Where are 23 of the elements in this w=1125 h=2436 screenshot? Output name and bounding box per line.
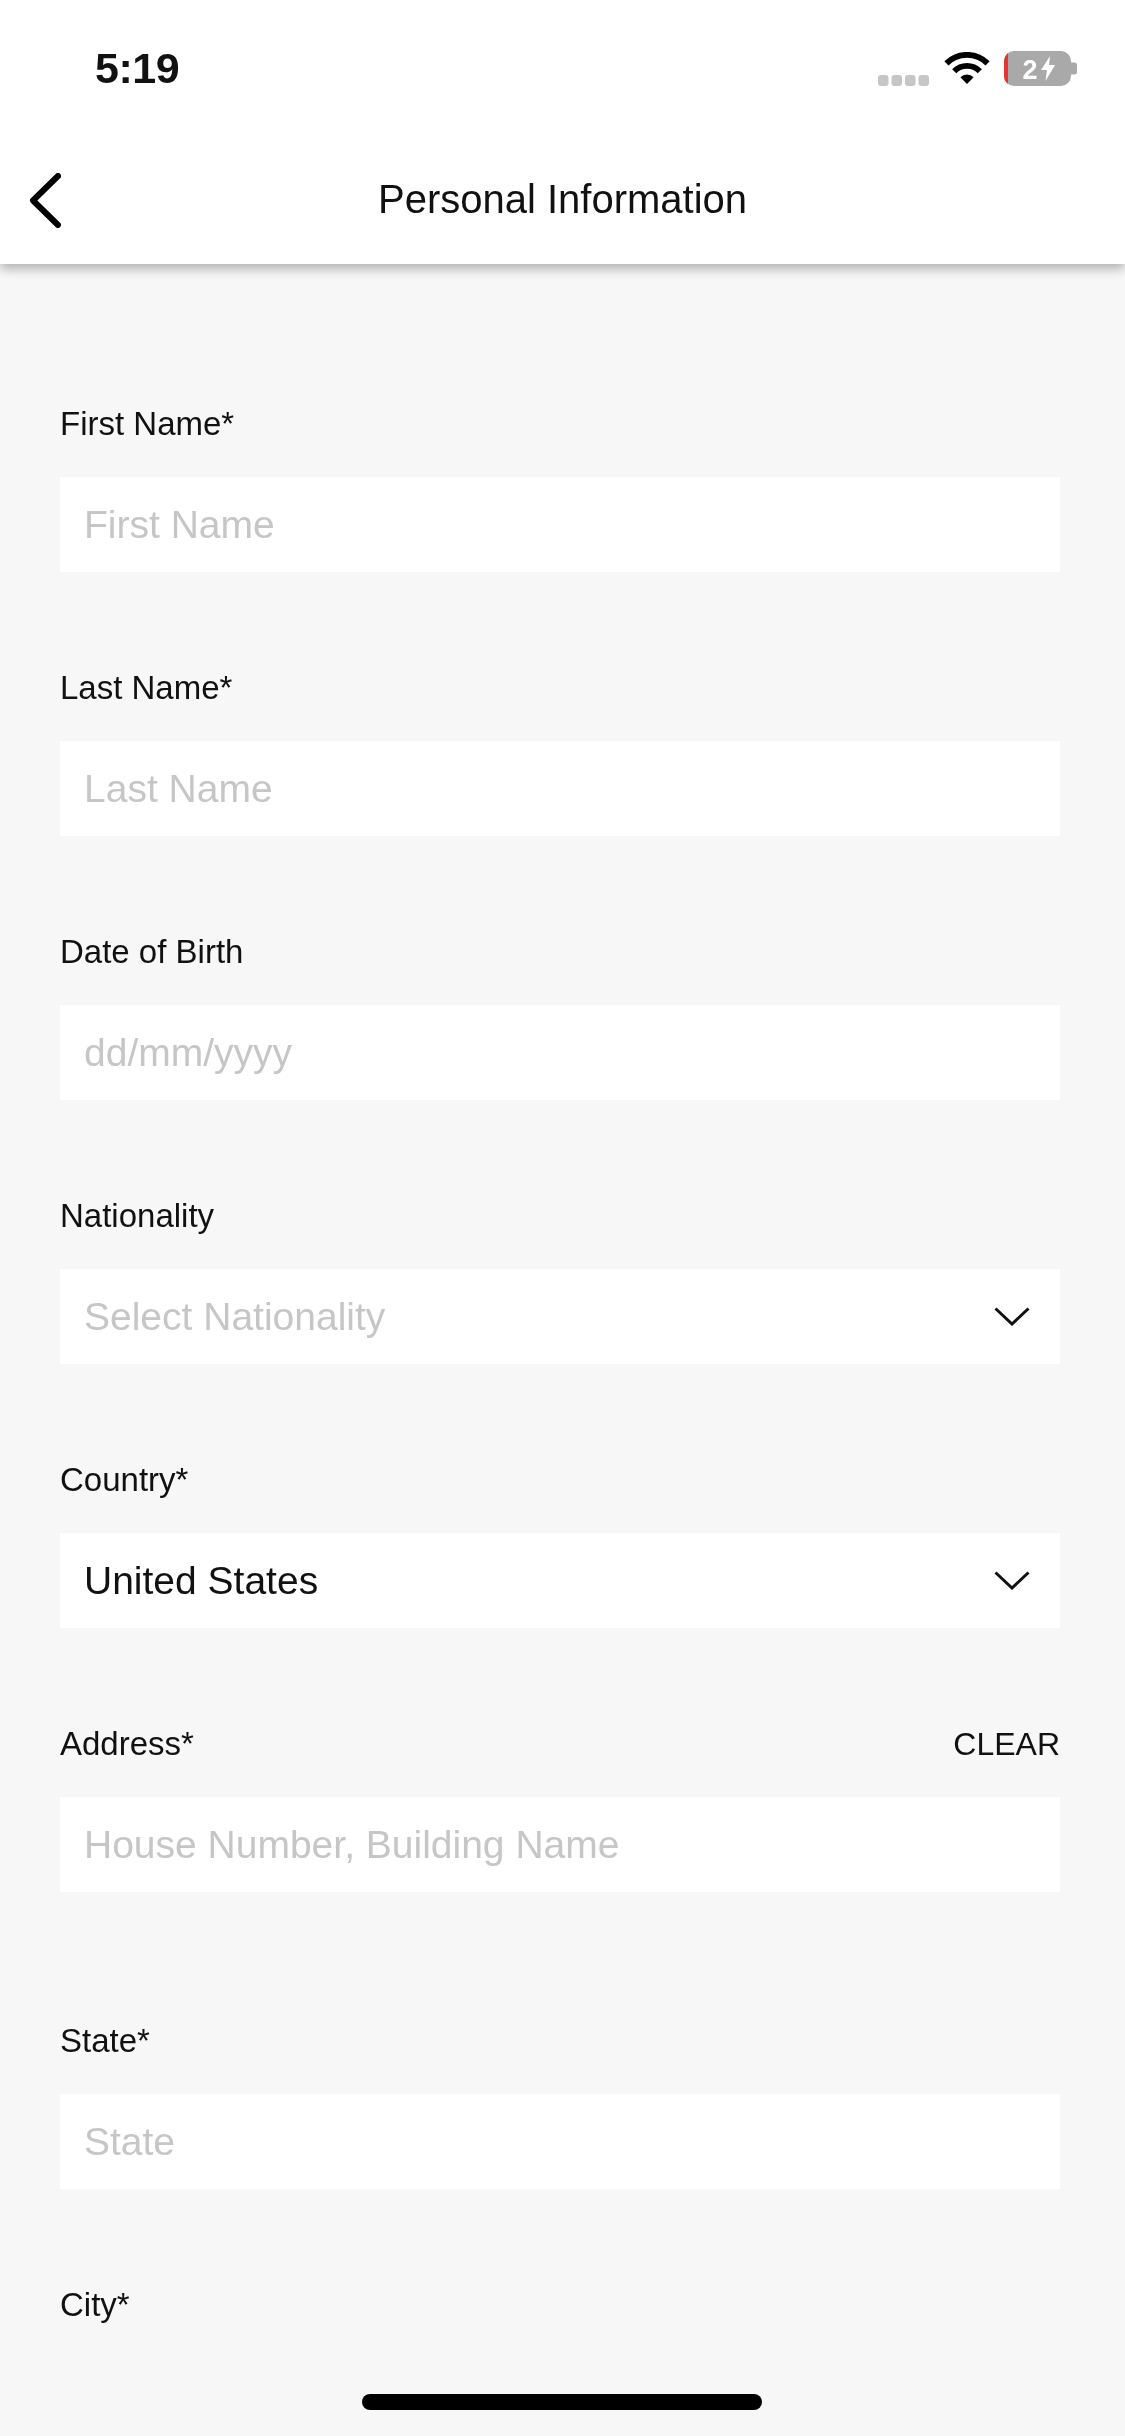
status-time: 5:19 — [95, 43, 180, 93]
field-label: Last Name* — [60, 668, 233, 708]
signal-icon — [878, 74, 929, 86]
input-field[interactable]: First Name — [60, 477, 1060, 572]
input-field[interactable]: State — [60, 2094, 1060, 2189]
page-title: Personal Information — [377, 176, 748, 223]
input-field[interactable]: dd/mm/yyyy — [60, 1005, 1060, 1100]
field-label: First Name* — [60, 404, 235, 444]
field-label: Address* — [60, 1724, 194, 1764]
field-label: State* — [60, 2021, 150, 2061]
input-field[interactable]: House Number, Building Name — [60, 1797, 1060, 1892]
field-label: City* — [60, 2285, 130, 2325]
chevron-down-icon — [994, 1571, 1030, 1590]
battery-percent: 2 — [1022, 54, 1038, 85]
dropdown-field[interactable]: United States — [60, 1533, 1060, 1628]
input-field[interactable]: Last Name — [60, 741, 1060, 836]
field-label: Nationality — [60, 1196, 215, 1236]
clear-button[interactable]: CLEAR — [953, 1724, 1060, 1764]
back-icon[interactable] — [27, 172, 61, 228]
wifi-icon — [944, 52, 990, 84]
field-label: Date of Birth — [60, 932, 244, 972]
chevron-down-icon — [994, 1307, 1030, 1326]
field-label: Country* — [60, 1460, 189, 1500]
